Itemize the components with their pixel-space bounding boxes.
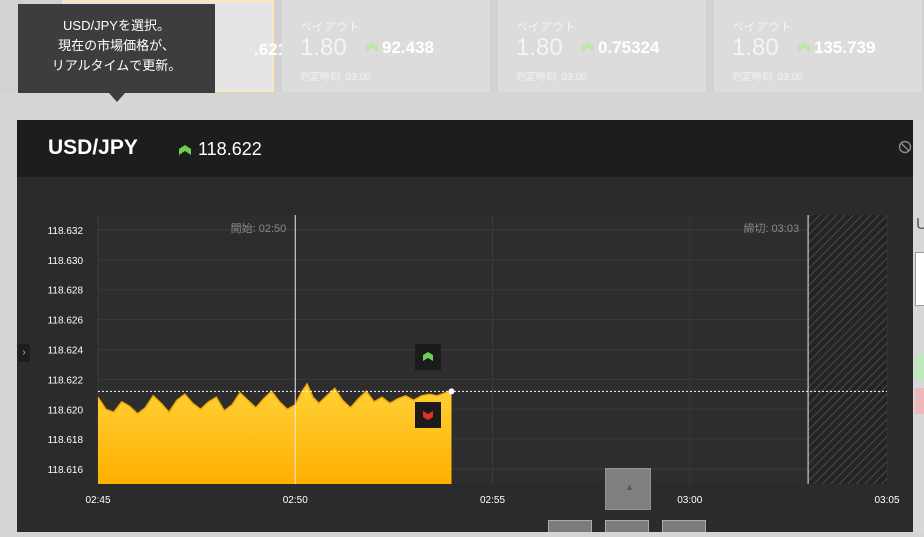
high-button[interactable] xyxy=(915,354,924,380)
payout-value: 1.80 xyxy=(300,34,347,61)
judge-time: 判定時刻: 03:00 xyxy=(300,72,371,83)
payout-label: ペイアウト xyxy=(732,20,793,34)
pair-price: 118.622 xyxy=(198,139,262,159)
up-chevron-icon xyxy=(366,42,378,52)
current-price-dot xyxy=(448,388,455,395)
end-label: 締切: 03:03 xyxy=(743,221,799,235)
guide-tooltip: USD/JPYを選択。 現在の市場価格が、 リアルタイムで更新。 xyxy=(18,4,215,93)
chart-svg: 開始: 02:50 締切: 03:03 118.632 118.630 118.628 1… xyxy=(48,215,900,506)
scroll-up-icon: ▲ xyxy=(625,482,634,492)
tooltip-line: 現在の市場価格が、 xyxy=(58,38,175,53)
y-tick-label: 118.616 xyxy=(48,465,84,476)
instrument-card-3[interactable]: ペイアウト 1.80 0.75324 判定時刻: 03:00 xyxy=(498,0,706,92)
y-tick-label: 118.618 xyxy=(48,435,84,446)
y-tick-label: 118.628 xyxy=(48,286,84,297)
amount-input[interactable] xyxy=(915,252,924,306)
card-price: 92.438 xyxy=(382,38,434,57)
pair-name: USD/JPY xyxy=(48,136,138,159)
y-tick-label: 118.624 xyxy=(48,346,84,357)
bottom-tab-3[interactable] xyxy=(662,520,706,532)
up-chevron-icon xyxy=(179,145,191,155)
up-chevron-icon xyxy=(798,42,810,52)
x-tick-label: 02:55 xyxy=(480,495,505,506)
scroll-up-handle[interactable]: ▲ xyxy=(605,468,651,510)
up-chevron-icon xyxy=(423,352,433,361)
x-tick-label: 03:05 xyxy=(874,495,899,506)
card-price: 0.75324 xyxy=(598,38,660,57)
x-tick-label: 03:00 xyxy=(677,495,702,506)
card-price: 135.739 xyxy=(814,38,876,57)
no-entry-icon[interactable] xyxy=(898,140,912,154)
instrument-card-4[interactable]: ペイアウト 1.80 135.739 判定時刻: 03:00 xyxy=(714,0,922,92)
right-side-panel: U xyxy=(913,120,924,532)
tooltip-arrow xyxy=(109,93,125,102)
trade-up-button[interactable] xyxy=(415,344,441,370)
x-tick-label: 02:45 xyxy=(85,495,110,506)
bottom-tab-1[interactable] xyxy=(548,520,592,532)
up-chevron-icon xyxy=(582,42,594,52)
price-chart: 開始: 02:50 締切: 03:03 118.632 118.630 118.628 1… xyxy=(17,177,913,532)
payout-value: 1.80 xyxy=(516,34,563,61)
payout-value: 1.80 xyxy=(732,34,779,61)
y-tick-label: 118.630 xyxy=(48,256,84,267)
bottom-tab-2[interactable] xyxy=(605,520,649,532)
tooltip-line: USD/JPYを選択。 xyxy=(63,18,170,33)
start-label: 開始: 02:50 xyxy=(231,221,287,235)
x-tick-label: 02:50 xyxy=(283,495,308,506)
panel-label-fragment: U xyxy=(916,216,924,233)
y-tick-label: 118.626 xyxy=(48,316,84,327)
expiry-zone xyxy=(808,215,887,484)
down-chevron-icon xyxy=(423,411,433,420)
y-tick-label: 118.622 xyxy=(48,375,84,386)
tooltip-line: リアルタイムで更新。 xyxy=(51,58,182,73)
instrument-card-2[interactable]: ペイアウト 1.80 92.438 判定時刻: 03:00 xyxy=(282,0,490,92)
panel-header: USD/JPY 118.622 xyxy=(17,120,913,177)
payout-label: ペイアウト xyxy=(300,20,361,34)
payout-label: ペイアウト xyxy=(516,20,577,34)
y-tick-label: 118.632 xyxy=(48,226,84,237)
y-tick-label: 118.620 xyxy=(48,405,84,416)
low-button[interactable] xyxy=(915,388,924,414)
trade-down-button[interactable] xyxy=(415,402,441,428)
judge-time: 判定時刻: 03:00 xyxy=(516,72,587,83)
judge-time: 判定時刻: 03:00 xyxy=(732,72,803,83)
